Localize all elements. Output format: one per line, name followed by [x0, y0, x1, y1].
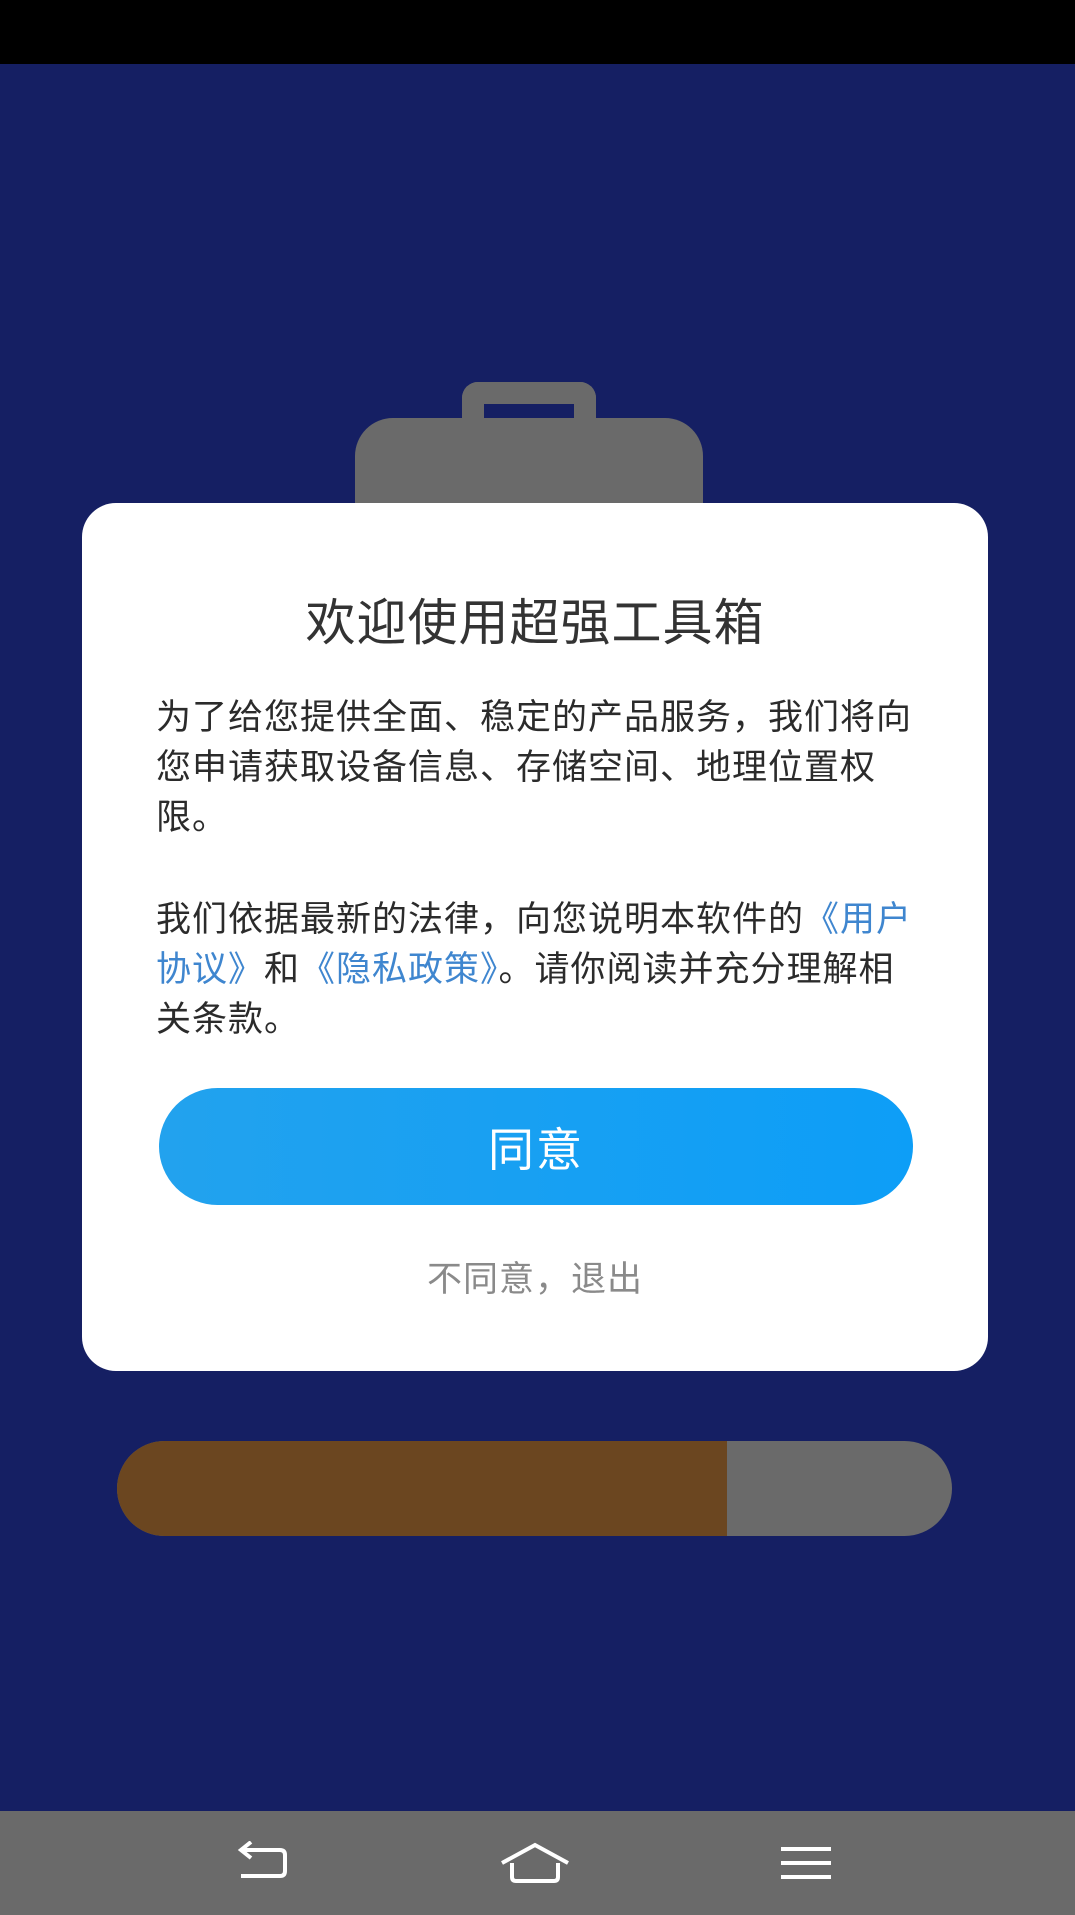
agree-button[interactable]: 同意 — [159, 1088, 913, 1205]
nav-back-button[interactable] — [203, 1811, 323, 1915]
home-icon — [501, 1842, 569, 1883]
nav-menu-button[interactable] — [746, 1811, 866, 1915]
privacy-consent-dialog: 欢迎使用超强工具箱 为了给您提供全面、稳定的产品服务，我们将向您申请获取设备信息… — [82, 503, 988, 1371]
system-navigation-bar — [0, 1811, 1075, 1915]
dialog-title: 欢迎使用超强工具箱 — [305, 594, 765, 652]
back-icon — [237, 1841, 287, 1878]
conjunction-text: 和 — [264, 950, 301, 990]
privacy-policy-link[interactable]: 《隐私政策》 — [300, 950, 499, 990]
permission-description: 为了给您提供全面、稳定的产品服务，我们将向您申请获取设备信息、存储空间、地理位置… — [156, 698, 913, 838]
loading-progress-bar — [117, 1441, 952, 1536]
legal-description: 我们依据最新的法律，向您说明本软件的《用户协议》和《隐私政策》。请你阅读并充分理… — [156, 895, 926, 1045]
disagree-exit-button[interactable]: 不同意，退出 — [82, 1251, 988, 1302]
nav-home-button[interactable] — [475, 1811, 595, 1915]
legal-intro-text: 我们依据最新的法律，向您说明本软件的 — [156, 900, 805, 940]
status-bar — [0, 0, 1075, 64]
menu-icon — [781, 1847, 831, 1879]
loading-progress-fill — [117, 1441, 727, 1536]
